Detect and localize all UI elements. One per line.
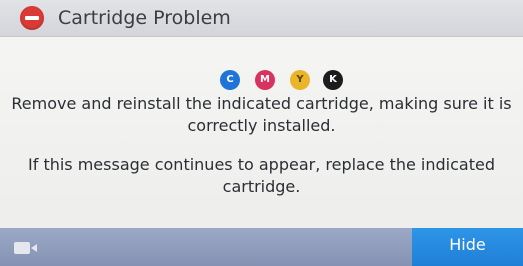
title-bar: Cartridge Problem bbox=[0, 0, 523, 37]
magenta-cartridge-icon: M bbox=[255, 70, 275, 90]
cyan-cartridge-icon: C bbox=[220, 70, 240, 90]
black-cartridge-icon: K bbox=[323, 70, 343, 90]
cartridge-indicators: C M Y K bbox=[220, 70, 370, 92]
video-camera-icon[interactable] bbox=[14, 242, 40, 256]
hide-button[interactable]: Hide bbox=[412, 228, 523, 266]
page-title: Cartridge Problem bbox=[58, 7, 231, 29]
yellow-cartridge-icon: Y bbox=[290, 70, 310, 90]
instruction-text: Remove and reinstall the indicated cartr… bbox=[11, 94, 512, 135]
replacement-text: If this message continues to appear, rep… bbox=[28, 155, 495, 196]
error-icon bbox=[20, 6, 44, 30]
printer-alert-screen: Cartridge Problem C M Y K Remove and rei… bbox=[0, 0, 523, 266]
